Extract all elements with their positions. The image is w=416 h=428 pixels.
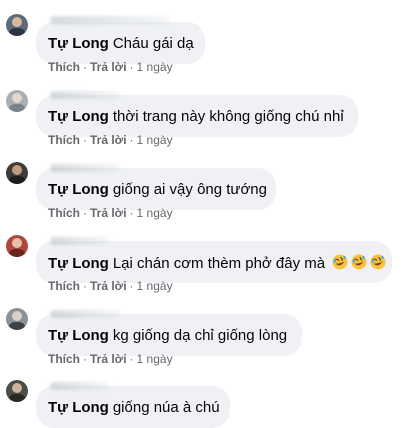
comment-text: Cháu gái dạ xyxy=(112,35,194,52)
blurred-name-area xyxy=(50,382,110,390)
comment-author[interactable]: Tự Long xyxy=(48,255,109,272)
separator-dot: · xyxy=(129,133,134,147)
rolling-laughing-emoji-icon xyxy=(351,254,367,270)
comment-text: Lại chán cơm thèm phở đây mà xyxy=(112,255,326,272)
reply-link[interactable]: Trả lời xyxy=(90,60,127,74)
comment-time[interactable]: 1 ngày xyxy=(137,133,173,147)
comment-actions: Thích · Trả lời · 1 ngày xyxy=(48,206,173,220)
comment-actions: Thích · Trả lời · 1 ngày xyxy=(48,133,173,147)
reply-link[interactable]: Trả lời xyxy=(90,279,127,293)
reply-link[interactable]: Trả lời xyxy=(90,133,127,147)
separator-dot: · xyxy=(83,133,87,147)
comment-author[interactable]: Tự Long xyxy=(48,181,109,198)
avatar[interactable] xyxy=(6,380,28,402)
comment-bubble: Tự Long Lại chán cơm thèm phở đây mà xyxy=(36,237,392,283)
like-link[interactable]: Thích xyxy=(48,352,80,366)
separator-dot: · xyxy=(129,279,134,293)
avatar-photo-icon xyxy=(9,17,25,36)
comment-actions: Thích · Trả lời · 1 ngày xyxy=(48,279,173,293)
comment-bubble: Tự Long kg giống dạ chỉ giống lòng xyxy=(36,310,302,356)
comment-time[interactable]: 1 ngày xyxy=(137,279,173,293)
rolling-laughing-emoji-icon xyxy=(332,254,348,270)
comment-author[interactable]: Tự Long xyxy=(48,35,109,52)
avatar-photo-icon xyxy=(9,311,25,330)
like-link[interactable]: Thích xyxy=(48,279,80,293)
comment-actions: Thích · Trả lời · 1 ngày xyxy=(48,352,173,366)
separator-dot: · xyxy=(83,352,87,366)
comment-author[interactable]: Tự Long xyxy=(48,108,109,125)
comment-time[interactable]: 1 ngày xyxy=(137,206,173,220)
separator-dot: · xyxy=(83,60,87,74)
comment-text: giống núa à chú xyxy=(112,399,220,416)
separator-dot: · xyxy=(129,60,134,74)
avatar-photo-icon xyxy=(9,383,25,402)
like-link[interactable]: Thích xyxy=(48,133,80,147)
comment-text: thời trang này không giống chú nhỉ xyxy=(112,108,344,125)
separator-dot: · xyxy=(83,279,87,293)
reply-link[interactable]: Trả lời xyxy=(90,206,127,220)
separator-dot: · xyxy=(129,352,134,366)
blurred-name-area xyxy=(50,164,120,172)
comment-text: giống ai vậy ông tướng xyxy=(112,181,267,198)
comment-text: kg giống dạ chỉ giống lòng xyxy=(112,327,288,344)
like-link[interactable]: Thích xyxy=(48,206,80,220)
like-link[interactable]: Thích xyxy=(48,60,80,74)
avatar[interactable] xyxy=(6,162,28,184)
avatar[interactable] xyxy=(6,308,28,330)
comment-author[interactable]: Tự Long xyxy=(48,399,109,416)
comment-bubble: Tự Long giống ai vậy ông tướng xyxy=(36,164,276,210)
blurred-name-area xyxy=(50,237,110,245)
separator-dot: · xyxy=(129,206,134,220)
comment-bubble: Tự Long thời trang này không giống chú nh… xyxy=(36,91,358,137)
comment-time[interactable]: 1 ngày xyxy=(137,352,173,366)
blurred-name-area xyxy=(50,91,120,99)
rolling-laughing-emoji-icon xyxy=(370,254,386,270)
comment-time[interactable]: 1 ngày xyxy=(137,60,173,74)
comment-bubble: Tự Long giống núa à chú xyxy=(36,382,230,428)
avatar[interactable] xyxy=(6,14,28,36)
comment-author[interactable]: Tự Long xyxy=(48,327,109,344)
avatar-photo-icon xyxy=(9,93,25,112)
avatar-photo-icon xyxy=(9,238,25,257)
comment-actions: Thích · Trả lời · 1 ngày xyxy=(48,60,173,74)
avatar[interactable] xyxy=(6,90,28,112)
reply-link[interactable]: Trả lời xyxy=(90,352,127,366)
comment-bubble: Tự Long Cháu gái dạ xyxy=(36,16,205,64)
avatar-photo-icon xyxy=(9,165,25,184)
avatar[interactable] xyxy=(6,235,28,257)
blurred-name-area xyxy=(50,16,170,24)
blurred-name-area xyxy=(50,310,120,318)
separator-dot: · xyxy=(83,206,87,220)
